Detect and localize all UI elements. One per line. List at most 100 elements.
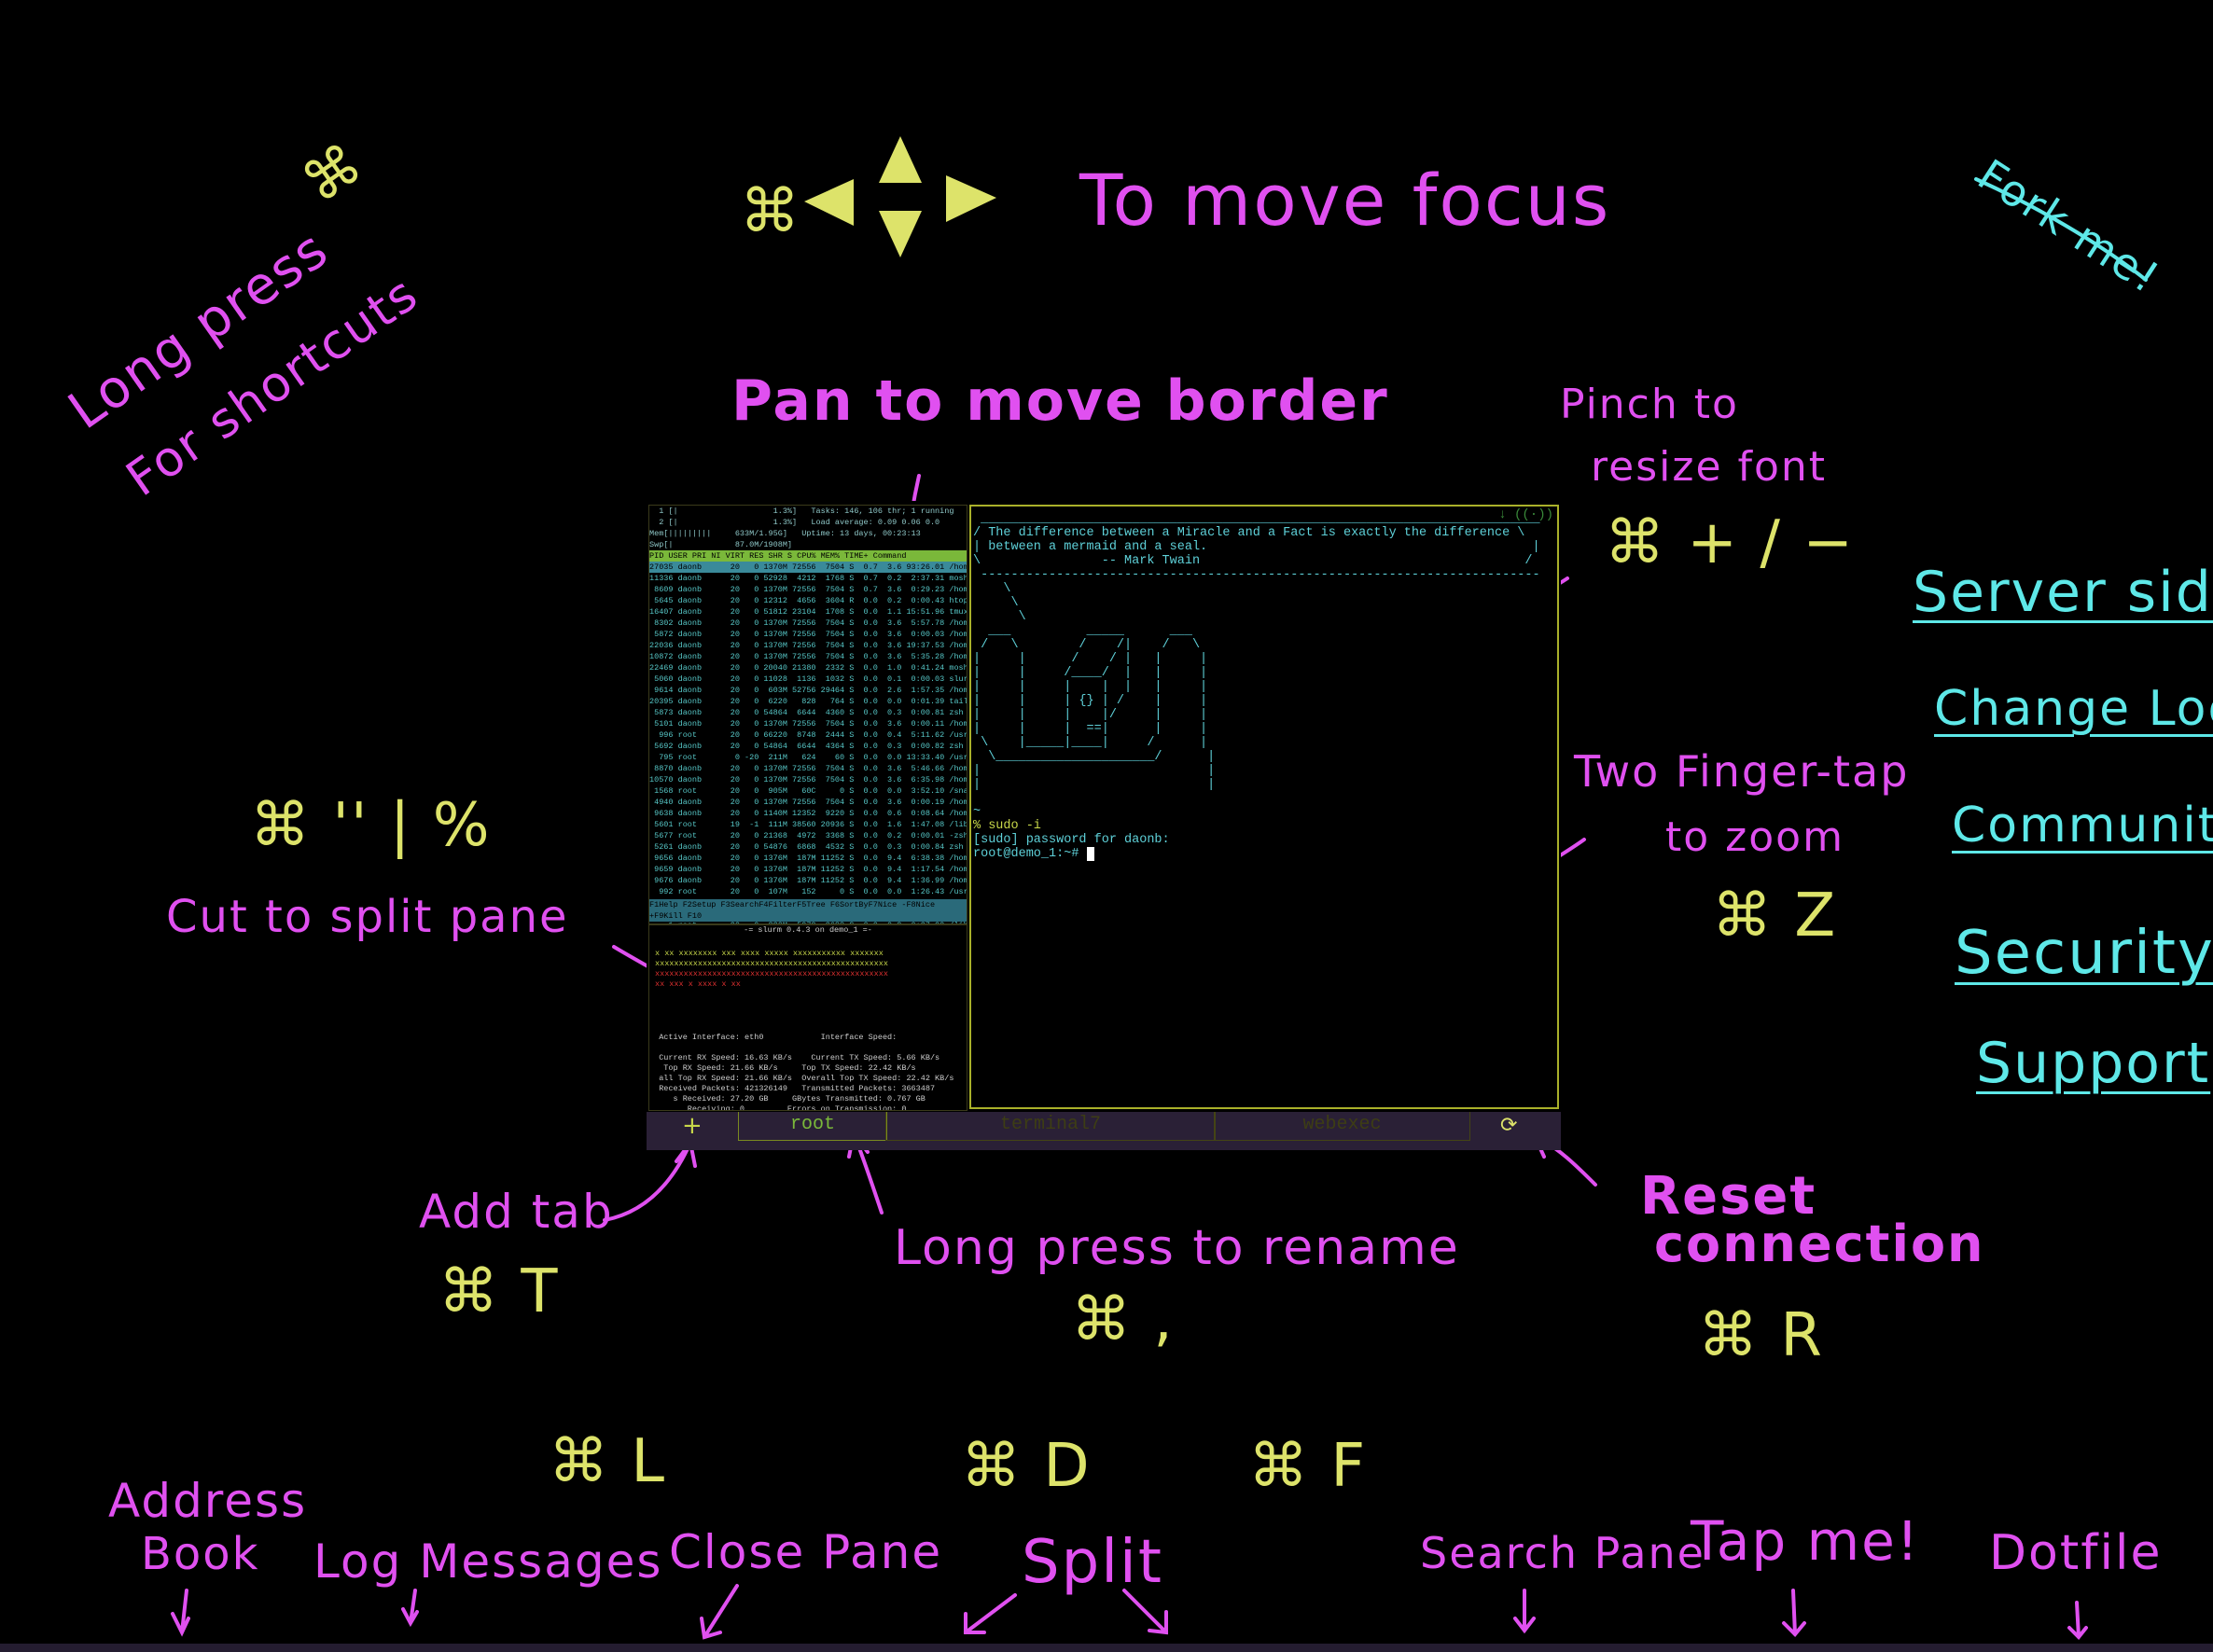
search-shortcut: ⌘ F	[1248, 1432, 1368, 1501]
book-arrow	[171, 1589, 190, 1637]
htop-process-row: 9659 daonb 20 0 1376M 187M 11252 S 0.0 9…	[654, 865, 967, 874]
log-arrow	[401, 1589, 419, 1628]
htop-process-row: 9676 daonb 20 0 1376M 187M 11252 S 0.0 9…	[654, 876, 967, 885]
htop-process-row: 22469 daonb 20 0 20040 21380 2332 S 0.0 …	[649, 663, 967, 673]
split-d-shortcut: ⌘ D	[961, 1432, 1092, 1501]
add-tab-arrow	[603, 1141, 697, 1222]
htop-process-row: 9614 daonb 20 0 603M 52756 29464 S 0.0 2…	[654, 686, 967, 695]
slurm-stat-line: Received Packets: 421326149 Transmitted …	[649, 1084, 936, 1093]
htop-process-row: 8870 daonb 20 0 1370M 72556 7504 S 0.0 3…	[654, 764, 967, 773]
focus-cmd-icon: ⌘	[740, 177, 801, 246]
reset-shortcut: ⌘ R	[1698, 1301, 1824, 1370]
server-side-link[interactable]: Server side	[1913, 560, 2213, 625]
two-finger-label: Two Finger-tap	[1574, 746, 1910, 797]
close-arrow	[700, 1584, 739, 1640]
htop-process-row: 5601 root 19 -1 111M 38560 20936 S 0.0 1…	[654, 820, 967, 829]
refresh-icon[interactable]: ⟳	[1500, 1114, 1517, 1137]
close-pane-label: Close Pane	[669, 1525, 943, 1579]
slurm-stat-line	[649, 1043, 967, 1053]
tab-root[interactable]: root	[738, 1112, 887, 1141]
htop-process-row: 996 root 20 0 66220 8748 2444 S 0.0 0.4 …	[659, 730, 967, 740]
cut-split-label: Cut to split pane	[166, 891, 569, 943]
tab-bar: + root terminal7 webexec ⟳	[647, 1112, 1561, 1150]
zoom-shortcut: ⌘ Z	[1712, 882, 1838, 951]
bottom-toolbar[interactable]	[0, 1644, 2213, 1652]
htop-process-row: 5692 daonb 20 0 54864 6644 4364 S 0.0 0.…	[654, 742, 964, 751]
change-log-link[interactable]: Change Log	[1934, 681, 2213, 737]
prompt-line: % sudo -i	[973, 819, 1041, 833]
prompt-line: ~	[973, 805, 981, 819]
rename-shortcut: ⌘ ,	[1071, 1285, 1175, 1354]
htop-process-row: 5060 daonb 20 0 11028 1136 1032 S 0.0 0.…	[654, 674, 967, 684]
htop-process-row: 8609 daonb 20 0 1370M 72556 7504 S 0.7 3…	[654, 585, 967, 594]
htop-process-row: 10872 daonb 20 0 1370M 72556 7504 S 0.0 …	[649, 652, 967, 661]
htop-pane[interactable]: 1 [| 1.3%] Tasks: 146, 106 thr; 1 runnin…	[648, 505, 967, 924]
slurm-stat-line: Top RX Speed: 21.66 KB/s Top TX Speed: 2…	[649, 1063, 916, 1073]
pan-border-label: Pan to move border	[731, 368, 1389, 434]
dotfile-arrow	[2067, 1601, 2088, 1640]
address-label: Address	[108, 1474, 308, 1528]
prompt-line: [sudo] password for daonb:	[973, 833, 1170, 847]
htop-columns: PID USER PRI NI VIRT RES SHR S CPU% MEM%…	[649, 550, 967, 562]
terminal-window: 1 [| 1.3%] Tasks: 146, 106 thr; 1 runnin…	[647, 501, 1561, 1150]
slurm-title: -= slurm 0.4.3 on demo_1 =-	[744, 925, 872, 935]
split-shortcut: ⌘ '' | %	[250, 791, 492, 860]
add-tab-button[interactable]: +	[682, 1112, 703, 1140]
htop-process-row: 10570 daonb 20 0 1370M 72556 7504 S 0.0 …	[649, 775, 967, 784]
connection-label: connection	[1654, 1215, 1985, 1273]
log-shortcut: ⌘ L	[549, 1427, 666, 1496]
book-label: Book	[141, 1528, 260, 1580]
search-pane-label: Search Pane	[1420, 1528, 1705, 1578]
htop-header-line: 2 [| 1.3%] Load average: 0.09 0.06 0.0	[649, 518, 940, 527]
move-focus-label: To move focus	[1079, 159, 1611, 242]
cowsay-output: ________________________________________…	[973, 512, 1540, 792]
htop-process-row: 992 root 20 0 107M 152 0 S 0.0 0.0 1:26.…	[659, 887, 967, 896]
htop-process-row: 9638 daonb 20 0 1140M 12352 9220 S 0.0 0…	[654, 809, 967, 818]
shell-prompt: ~% sudo -i [sudo] password for daonb: root…	[971, 805, 1557, 861]
split-label: Split	[1022, 1528, 1163, 1597]
htop-process-row: 22036 daonb 20 0 1370M 72556 7504 S 0.0 …	[649, 641, 967, 650]
tab-webexec[interactable]: webexec	[1214, 1112, 1470, 1141]
cursor	[1086, 847, 1094, 861]
htop-footer: F1Help F2Setup F3SearchF4FilterF5Tree F6…	[649, 899, 967, 922]
htop-process-row: 5261 daonb 20 0 54876 6868 4532 S 0.0 0.…	[654, 842, 964, 852]
tapme-arrow	[1782, 1589, 1806, 1637]
htop-header-line: Mem[||||||||| 633M/1.95G] Uptime: 13 day…	[649, 529, 921, 538]
tap-me-label[interactable]: Tap me!	[1691, 1509, 1920, 1573]
slurm-stat-line: all Top RX Speed: 21.66 KB/s Overall Top…	[649, 1074, 954, 1083]
htop-process-row: 5873 daonb 20 0 54864 6644 4360 S 0.0 0.…	[654, 708, 964, 717]
htop-rows: 27035 daonb 20 0 1370M 72556 7504 S 0.7 …	[649, 562, 967, 923]
htop-process-row: 8302 daonb 20 0 1370M 72556 7504 S 0.0 3…	[654, 618, 967, 628]
htop-header-line: Swp[| 87.0M/1908M]	[649, 540, 793, 549]
arrow-keys-icon	[804, 136, 996, 257]
support-link[interactable]: Support	[1976, 1031, 2210, 1096]
split-left-arrow	[964, 1593, 1017, 1634]
rename-label: Long press to rename	[894, 1220, 1460, 1276]
dotfile-label: Dotfile	[1989, 1525, 2163, 1581]
resize-font-label: resize font	[1591, 443, 1828, 491]
slurm-stat-line: Receiving: 0 Errors on Transmission: 0	[649, 1104, 907, 1111]
security-link[interactable]: Security	[1955, 919, 2213, 988]
htop-process-row: 16407 daonb 20 0 51812 23104 1708 S 0.0 …	[649, 607, 967, 617]
prompt-line: root@demo_1:~#	[973, 847, 1557, 861]
tab-terminal7[interactable]: terminal7	[885, 1112, 1216, 1141]
pinch-label: Pinch to	[1560, 381, 1739, 428]
htop-process-row: 9656 daonb 20 0 1376M 187M 11252 S 0.0 9…	[654, 854, 967, 863]
broadcast-icon[interactable]: ↓ ((·))	[1498, 508, 1553, 522]
log-messages-label: Log Messages	[313, 1534, 663, 1589]
htop-process-row: 5645 daonb 20 0 12312 4656 3604 R 0.0 0.…	[649, 596, 967, 605]
htop-process-row: 1568 root 20 0 905M 60C 0 S 0.0 0.0 3:52…	[654, 786, 967, 796]
htop-process-row: 4940 daonb 20 0 1370M 72556 7504 S 0.0 3…	[654, 798, 967, 807]
htop-process-row: 5872 daonb 20 0 1370M 72556 7504 S 0.0 3…	[654, 630, 967, 639]
slurm-pane[interactable]: -= slurm 0.4.3 on demo_1 =- x xx xxxxxxx…	[648, 924, 967, 1111]
htop-process-row: 11336 daonb 20 0 52928 4212 1768 S 0.7 0…	[649, 574, 967, 583]
htop-process-row: 5677 root 20 0 21368 4972 3368 S 0.0 0.2…	[649, 831, 967, 840]
shell-pane[interactable]: ↓ ((·)) ________________________________…	[969, 505, 1559, 1109]
add-tab-shortcut: ⌘ T	[438, 1257, 560, 1326]
community-link[interactable]: Community	[1952, 798, 2213, 854]
search-arrow	[1513, 1589, 1536, 1634]
slurm-stat-line: Current RX Speed: 16.63 KB/s Current TX …	[649, 1053, 940, 1062]
slurm-stats: Active Interface: eth0 Interface Speed: …	[649, 1033, 967, 1111]
htop-process-row: 27035 daonb 20 0 1370M 72556 7504 S 0.7 …	[649, 562, 967, 573]
htop-process-row: 20395 daonb 20 0 6220 828 764 S 0.0 0.0 …	[649, 697, 967, 706]
